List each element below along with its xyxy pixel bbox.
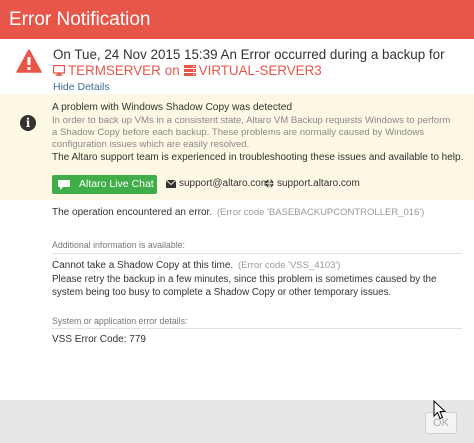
vm-name: VIRTUAL-SERVER3 — [198, 63, 322, 78]
shadow-copy-error-code: (Error code 'VSS_4103') — [238, 260, 341, 271]
globe-icon — [265, 179, 274, 188]
support-text: The Altaro support team is experienced i… — [52, 152, 464, 163]
support-site-link[interactable]: support.altaro.com — [265, 178, 360, 189]
error-message: On Tue, 24 Nov 2015 15:39 An Error occur… — [53, 47, 445, 62]
error-header: On Tue, 24 Nov 2015 15:39 An Error occur… — [0, 39, 474, 94]
shadow-copy-text: Cannot take a Shadow Copy at this time. — [52, 260, 234, 271]
title-bar: Error Notification — [0, 0, 474, 39]
info-title: A problem with Windows Shadow Copy was d… — [52, 102, 293, 113]
server-icon — [183, 65, 196, 76]
vss-error-code: VSS Error Code: 779 — [52, 334, 146, 345]
operation-error: The operation encountered an error. (Err… — [52, 207, 424, 218]
support-email-link[interactable]: support@altaro.com — [166, 178, 269, 189]
dialog-footer — [0, 400, 474, 443]
support-email: support@altaro.com — [179, 178, 270, 189]
window-title: Error Notification — [9, 9, 151, 30]
shadow-copy-info-panel: i A problem with Windows Shadow Copy was… — [0, 94, 474, 200]
operation-error-code: (Error code 'BASEBACKUPCONTROLLER_016') — [216, 207, 425, 218]
divider — [52, 253, 462, 254]
on-label: on — [164, 63, 180, 78]
support-site: support.altaro.com — [277, 178, 360, 189]
host-name: TERMSERVER — [68, 63, 161, 78]
chat-bubble-icon — [58, 179, 70, 190]
warning-triangle-icon — [16, 49, 42, 73]
error-target: TERMSERVER on VIRTUAL-SERVER3 — [53, 63, 322, 78]
mouse-cursor-icon — [433, 400, 447, 420]
monitor-icon — [53, 65, 65, 76]
shadow-copy-error: Cannot take a Shadow Copy at this time. … — [52, 260, 340, 271]
live-chat-button[interactable]: Altaro Live Chat — [52, 175, 157, 194]
system-details-label: System or application error details: — [52, 316, 188, 326]
retry-advice: Please retry the backup in a few minutes… — [52, 274, 437, 298]
live-chat-label: Altaro Live Chat — [79, 178, 154, 190]
operation-text: The operation encountered an error. — [52, 207, 213, 218]
info-circle-icon: i — [20, 115, 36, 131]
envelope-icon — [166, 179, 176, 188]
hide-details-link[interactable]: Hide Details — [53, 81, 110, 93]
divider — [52, 328, 462, 329]
additional-info-label: Additional information is available: — [52, 240, 186, 250]
info-description: In order to back up VMs in a consistent … — [52, 115, 451, 150]
